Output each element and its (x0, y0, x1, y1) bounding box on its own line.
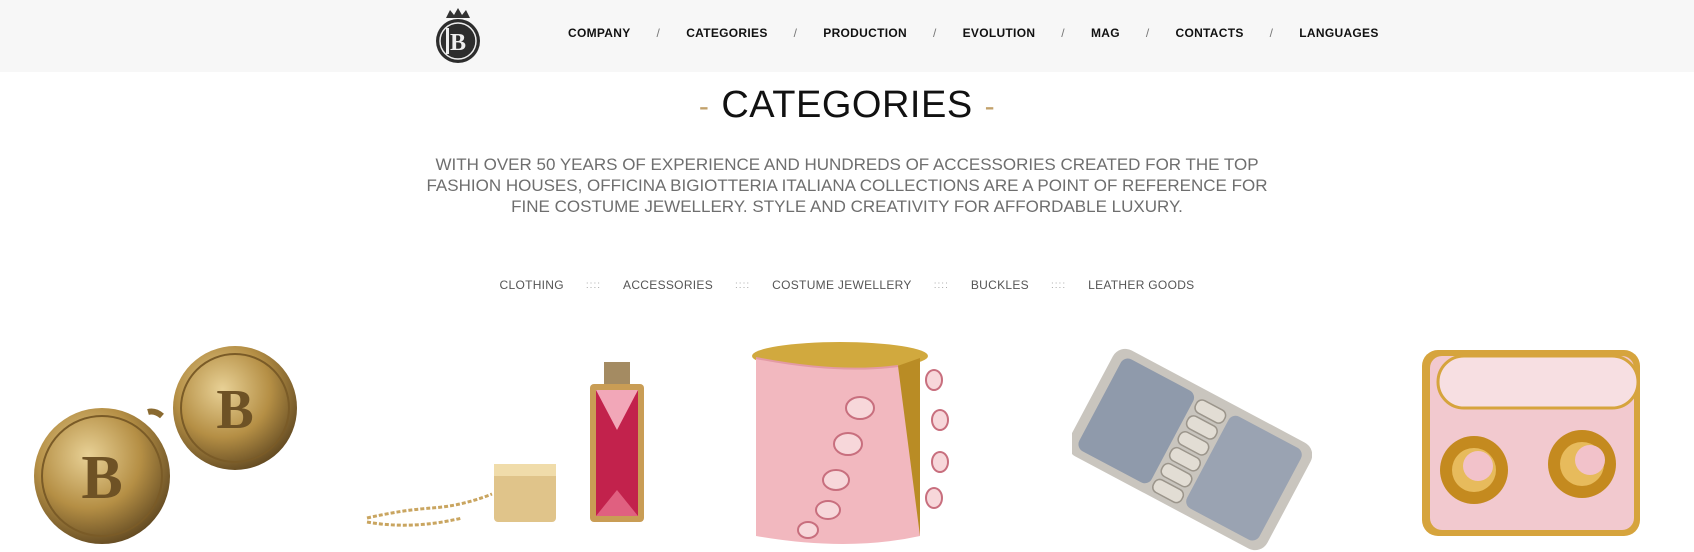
nav-separator: / (1269, 26, 1274, 40)
nav-separator: / (1061, 26, 1065, 40)
svg-text:B: B (81, 444, 122, 512)
product-costume-jewellery[interactable] (748, 340, 958, 552)
brand-logo-icon[interactable]: B (432, 6, 484, 64)
nav-separator: / (932, 26, 937, 40)
product-gallery: B B (0, 340, 1694, 552)
usb-keychain-icon (366, 362, 644, 527)
filter-accessories[interactable]: ACCESSORIES (623, 278, 713, 292)
nav-languages[interactable]: LANGUAGES (1299, 26, 1378, 40)
gold-buttons-icon: B B (34, 346, 297, 544)
product-leather-goods[interactable] (1418, 340, 1644, 552)
nav-production[interactable]: PRODUCTION (823, 26, 907, 40)
marble-buckle-icon (1072, 348, 1312, 551)
pink-cuff-bracelet-icon (752, 342, 949, 544)
nav-company[interactable]: COMPANY (568, 26, 631, 40)
filter-separator: :::: (735, 279, 751, 291)
title-dash-left: - (698, 89, 710, 123)
product-clothing[interactable]: B B (30, 340, 310, 552)
product-accessories[interactable] (362, 340, 662, 552)
filter-costume-jewellery[interactable]: COSTUME JEWELLERY (772, 278, 912, 292)
filter-leather-goods[interactable]: LEATHER GOODS (1088, 278, 1194, 292)
nav-categories[interactable]: CATEGORIES (686, 26, 767, 40)
svg-text:B: B (216, 379, 253, 441)
filter-separator: :::: (585, 279, 602, 291)
pink-clasp-icon (1422, 350, 1640, 536)
page-title-text: CATEGORIES (721, 84, 973, 126)
nav-separator: / (1145, 26, 1150, 40)
svg-text:B: B (450, 30, 466, 56)
filter-separator: :::: (1050, 279, 1067, 291)
nav-mag[interactable]: MAG (1091, 26, 1120, 40)
nav-separator: / (656, 26, 661, 40)
nav-separator: / (793, 26, 798, 40)
page-title: - CATEGORIES - (0, 84, 1694, 127)
title-dash-right: - (984, 89, 996, 123)
filter-buckles[interactable]: BUCKLES (971, 278, 1029, 292)
intro-text: WITH OVER 50 YEARS OF EXPERIENCE AND HUN… (426, 155, 1268, 216)
main-nav: COMPANY / CATEGORIES / PRODUCTION / EVOL… (568, 26, 1379, 40)
nav-contacts[interactable]: CONTACTS (1175, 26, 1243, 40)
top-navigation-bar: B COMPANY / CATEGORIES / PRODUCTION / EV… (0, 0, 1694, 72)
filter-separator: :::: (933, 279, 949, 291)
nav-evolution[interactable]: EVOLUTION (963, 26, 1036, 40)
filter-clothing[interactable]: CLOTHING (500, 278, 564, 292)
product-buckles[interactable] (1072, 340, 1312, 552)
category-filters: CLOTHING :::: ACCESSORIES :::: COSTUME J… (0, 278, 1694, 292)
